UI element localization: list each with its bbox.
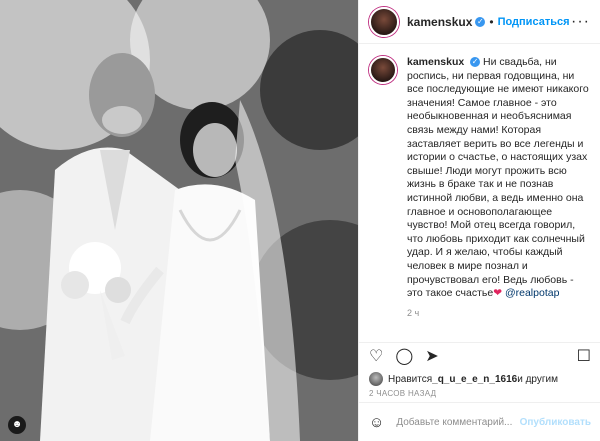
likes-user[interactable]: _q_u_e_e_n_1616 <box>432 374 517 385</box>
publish-button[interactable]: Опубликовать <box>520 417 591 428</box>
share-icon[interactable]: ➤ <box>425 348 438 365</box>
wedding-photo-illustration <box>0 0 358 441</box>
post-photo[interactable]: ☻ <box>0 0 358 441</box>
bookmark-icon[interactable]: ☐ <box>577 348 591 365</box>
emoji-icon[interactable]: ☺ <box>369 414 384 431</box>
likes-prefix: Нравится <box>388 373 433 385</box>
action-bar: ♡ ◯ ➤ ☐ <box>359 342 600 370</box>
caption-body: kamenskux ✓ Ни свадьба, ни роспись, ни п… <box>407 56 590 329</box>
mention-link[interactable]: @realpotap <box>505 287 559 299</box>
header-username[interactable]: kamenskux <box>407 15 472 29</box>
likes-line: Нравится _q_u_e_e_n_1616 и другим <box>369 372 558 386</box>
user-tag-icon[interactable]: ☻ <box>8 416 26 434</box>
post-timestamp[interactable]: 2 ЧАСОВ НАЗАД <box>369 389 436 398</box>
likes-suffix[interactable]: и другим <box>517 374 558 385</box>
verified-icon: ✓ <box>475 16 486 27</box>
comment-icon[interactable]: ◯ <box>395 348 413 365</box>
caption: kamenskux ✓ Ни свадьба, ни роспись, ни п… <box>359 44 600 329</box>
caption-avatar[interactable] <box>369 56 397 84</box>
heart-icon[interactable]: ♡ <box>369 348 383 365</box>
separator-dot: • <box>489 14 494 29</box>
caption-text: Ни свадьба, ни роспись, ни первая годовщ… <box>407 56 589 300</box>
comment-bar: ☺ Опубликовать <box>359 402 600 441</box>
avatar[interactable] <box>369 6 399 37</box>
post-header: kamenskux ✓ • Подписаться ··· <box>359 0 600 44</box>
post-sidebar: kamenskux ✓ • Подписаться ··· kamenskux … <box>358 0 600 441</box>
caption-username[interactable]: kamenskux <box>407 56 464 68</box>
comment-input[interactable] <box>394 415 520 429</box>
heart-emoji: ❤ <box>493 287 503 300</box>
more-icon[interactable]: ··· <box>571 13 590 31</box>
follow-button[interactable]: Подписаться <box>498 16 570 28</box>
liker-avatar[interactable] <box>369 372 383 386</box>
verified-icon: ✓ <box>470 57 481 67</box>
caption-age[interactable]: 2 ч <box>407 307 590 321</box>
